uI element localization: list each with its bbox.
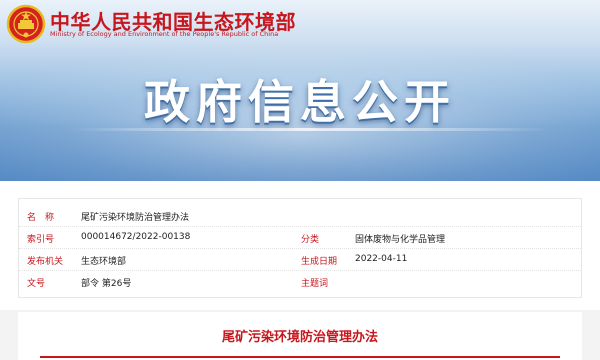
issuer-label: 发布机关 (27, 257, 64, 267)
date-label: 生成日期 (301, 257, 338, 267)
doc-number-label: 文号 (27, 279, 46, 289)
meta-row-issuer: 发布机关 生态环境部 生成日期 2022-04-11 (19, 249, 581, 271)
index-value: 000014672/2022-00138 (81, 232, 191, 242)
doc-number-value: 部令 第26号 (81, 279, 132, 289)
category-value: 固体废物与化学品管理 (355, 235, 446, 245)
document-card: 尾矿污染环境防治管理办法 (18, 312, 582, 360)
national-emblem-icon[interactable] (6, 4, 46, 44)
metadata-table: 名 称 尾矿污染环境防治管理办法 索引号 000014672/2022-0013… (18, 198, 582, 298)
date-value: 2022-04-11 (355, 254, 408, 264)
index-label: 索引号 (27, 235, 55, 245)
name-label: 名 称 (27, 213, 55, 223)
banner-light-streak (70, 128, 550, 131)
title-divider (40, 356, 560, 358)
category-label: 分类 (301, 235, 320, 245)
header-banner: 中华人民共和国生态环境部 Ministry of Ecology and Env… (0, 0, 600, 181)
meta-row-index: 索引号 000014672/2022-00138 分类 固体废物与化学品管理 (19, 227, 581, 249)
meta-row-name: 名 称 尾矿污染环境防治管理办法 (19, 205, 581, 227)
issuer-value: 生态环境部 (81, 257, 127, 267)
ministry-name-en[interactable]: Ministry of Ecology and Environment of t… (50, 30, 278, 38)
subject-label: 主题词 (301, 279, 329, 289)
banner-title: 政府信息公开 (144, 75, 456, 129)
name-value: 尾矿污染环境防治管理办法 (81, 213, 190, 223)
meta-row-docno: 文号 部令 第26号 主题词 (19, 271, 581, 293)
document-title: 尾矿污染环境防治管理办法 (221, 330, 378, 345)
